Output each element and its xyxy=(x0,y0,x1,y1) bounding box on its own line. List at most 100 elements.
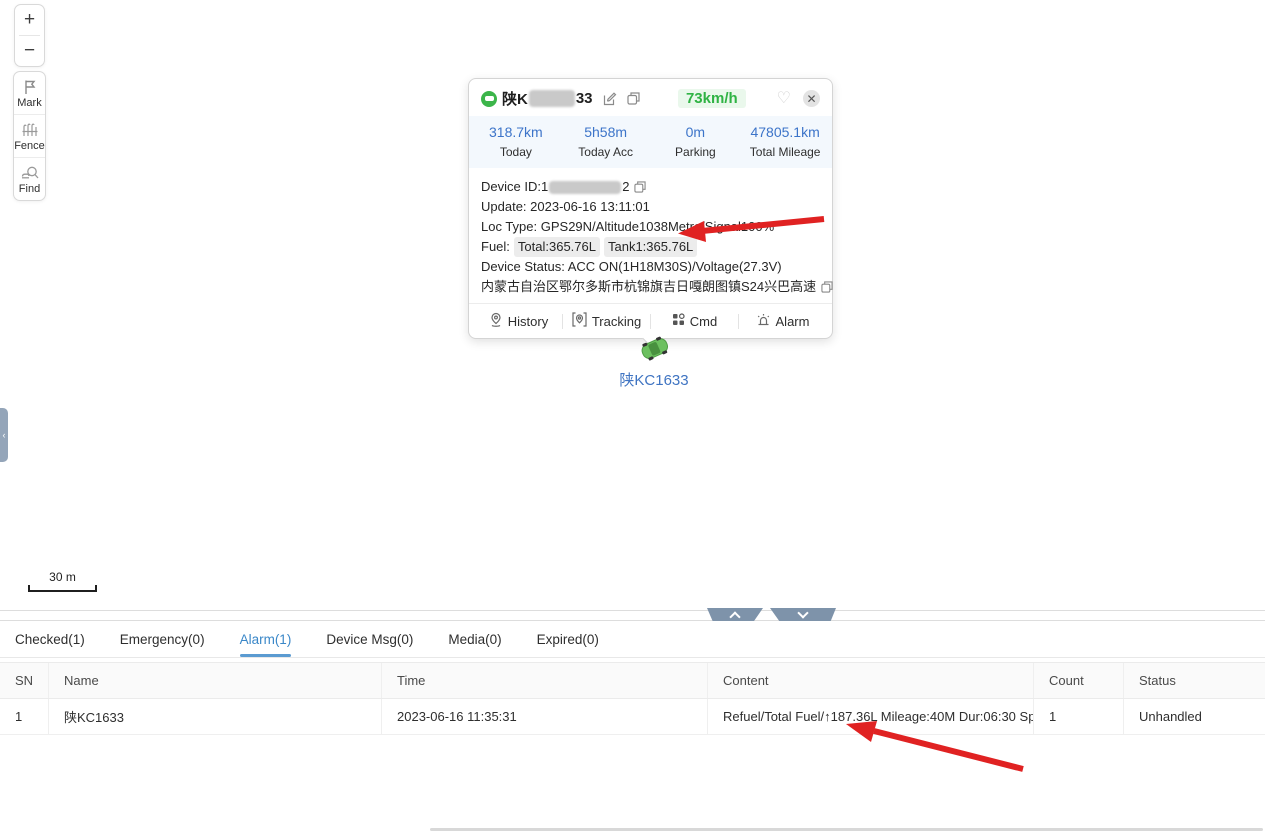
cell-count: 1 xyxy=(1034,699,1124,734)
stat-today: 318.7km Today xyxy=(471,124,561,159)
fuel-label: Fuel: xyxy=(481,237,510,257)
fence-icon xyxy=(21,122,39,138)
left-panel-collapse-handle[interactable]: ‹ xyxy=(0,408,8,462)
device-id-suffix: 2 xyxy=(622,177,629,197)
fuel-line: Fuel: Total:365.76L Tank1:365.76L xyxy=(481,237,820,257)
tab-emergency[interactable]: Emergency(0) xyxy=(120,621,205,657)
device-id-label: Device ID: xyxy=(481,177,541,197)
alarm-button[interactable]: Alarm xyxy=(739,313,826,330)
redacted-blur xyxy=(529,90,575,107)
cmd-grid-icon xyxy=(672,313,685,329)
zoom-in-button[interactable]: + xyxy=(15,5,44,35)
mark-label: Mark xyxy=(17,97,41,109)
vehicle-info-popup: 陕K 33 73km/h ♡ ✕ 318.7km Today xyxy=(468,78,833,339)
find-button[interactable]: Find xyxy=(14,157,45,200)
tracking-label: Tracking xyxy=(592,314,641,329)
address-line: 内蒙古自治区鄂尔多斯市杭锦旗吉日嘎朗图镇S24兴巴高速 xyxy=(481,277,820,297)
tab-expired[interactable]: Expired(0) xyxy=(537,621,599,657)
panel-collapse-button[interactable] xyxy=(770,608,836,621)
horizontal-scrollbar[interactable] xyxy=(430,828,1263,831)
vehicle-name-suffix: 33 xyxy=(576,90,593,107)
fence-label: Fence xyxy=(14,140,45,152)
tab-device-msg[interactable]: Device Msg(0) xyxy=(326,621,413,657)
copy-icon[interactable] xyxy=(627,92,640,105)
copy-icon[interactable] xyxy=(634,181,646,193)
stat-label: Today Acc xyxy=(561,145,651,159)
find-icon xyxy=(21,165,39,181)
device-id-prefix: 1 xyxy=(541,177,548,197)
edit-icon[interactable] xyxy=(603,92,617,106)
col-content: Content xyxy=(708,663,1034,698)
cell-name: 陕KC1633 xyxy=(49,699,382,734)
alarm-label: Alarm xyxy=(776,314,810,329)
stat-label: Today xyxy=(471,145,561,159)
col-sn: SN xyxy=(0,663,49,698)
stat-parking: 0m Parking xyxy=(651,124,741,159)
stat-total-mileage: 47805.1km Total Mileage xyxy=(740,124,830,159)
panel-expand-button[interactable] xyxy=(707,608,763,621)
cell-time: 2023-06-16 11:35:31 xyxy=(382,699,708,734)
cell-sn: 1 xyxy=(0,699,49,734)
message-tabs: Checked(1) Emergency(0) Alarm(1) Device … xyxy=(0,621,1265,658)
tab-media[interactable]: Media(0) xyxy=(448,621,501,657)
message-panel: Checked(1) Emergency(0) Alarm(1) Device … xyxy=(0,621,1265,832)
tracking-pin-icon xyxy=(572,312,587,330)
device-id-line: Device ID: 1 2 xyxy=(481,177,820,197)
address-text: 内蒙古自治区鄂尔多斯市杭锦旗吉日嘎朗图镇S24兴巴高速 xyxy=(481,277,816,297)
divider xyxy=(0,610,1265,611)
app-window: + − Mark Fence xyxy=(0,0,1265,832)
stat-value: 5h58m xyxy=(561,124,651,140)
popup-header: 陕K 33 73km/h ♡ ✕ xyxy=(469,79,832,116)
cmd-button[interactable]: Cmd xyxy=(651,313,738,329)
zoom-out-button[interactable]: − xyxy=(15,36,44,66)
redacted-blur xyxy=(549,181,621,194)
stat-value: 47805.1km xyxy=(740,124,830,140)
update-line: Update: 2023-06-16 13:11:01 xyxy=(481,197,820,217)
history-pin-icon xyxy=(489,312,503,330)
stat-value: 0m xyxy=(651,124,741,140)
alarm-siren-icon xyxy=(756,313,771,330)
favorite-heart-icon[interactable]: ♡ xyxy=(777,91,791,107)
scale-label: 30 m xyxy=(28,570,97,584)
vehicle-name-prefix: 陕K xyxy=(502,88,528,109)
alarm-table: SN Name Time Content Count Status 1 陕KC1… xyxy=(0,662,1265,735)
loc-type-line: Loc Type: GPS29N/Altitude1038Metre/Signa… xyxy=(481,217,820,237)
stat-label: Total Mileage xyxy=(740,145,830,159)
tab-checked[interactable]: Checked(1) xyxy=(15,621,85,657)
chevron-left-icon: ‹ xyxy=(3,430,6,440)
vehicle-marker-label[interactable]: 陕KC1633 xyxy=(614,369,694,390)
stat-today-acc: 5h58m Today Acc xyxy=(561,124,651,159)
col-time: Time xyxy=(382,663,708,698)
map-tool-group: Mark Fence Find xyxy=(13,71,46,201)
tracking-button[interactable]: Tracking xyxy=(563,312,650,330)
map-scale-bar: 30 m xyxy=(28,570,97,592)
col-status: Status xyxy=(1124,663,1265,698)
mark-button[interactable]: Mark xyxy=(14,72,45,114)
find-label: Find xyxy=(19,183,40,195)
stat-value: 318.7km xyxy=(471,124,561,140)
scale-line xyxy=(28,585,97,592)
flag-icon xyxy=(22,79,38,95)
cell-status: Unhandled xyxy=(1124,699,1265,734)
copy-icon[interactable] xyxy=(821,281,833,293)
close-icon[interactable]: ✕ xyxy=(803,90,820,107)
chevron-down-icon xyxy=(797,607,808,618)
table-header-row: SN Name Time Content Count Status xyxy=(0,662,1265,699)
history-label: History xyxy=(508,314,548,329)
vehicle-name: 陕K 33 xyxy=(502,88,593,109)
fuel-total-value: Total:365.76L xyxy=(514,237,600,257)
stat-label: Parking xyxy=(651,145,741,159)
speed-badge: 73km/h xyxy=(678,89,746,108)
cell-content: Refuel/Total Fuel/↑187.36L Mileage:40M D… xyxy=(708,699,1034,734)
col-count: Count xyxy=(1034,663,1124,698)
popup-stats-row: 318.7km Today 5h58m Today Acc 0m Parking… xyxy=(469,116,832,168)
device-status-line: Device Status: ACC ON(1H18M30S)/Voltage(… xyxy=(481,257,820,277)
tab-alarm[interactable]: Alarm(1) xyxy=(240,621,292,657)
history-button[interactable]: History xyxy=(475,312,562,330)
online-status-icon xyxy=(481,91,497,107)
table-row[interactable]: 1 陕KC1633 2023-06-16 11:35:31 Refuel/Tot… xyxy=(0,699,1265,735)
col-name: Name xyxy=(49,663,382,698)
fence-button[interactable]: Fence xyxy=(14,114,45,157)
popup-details: Device ID: 1 2 Update: 2023-06-16 13:11:… xyxy=(469,168,832,303)
map-zoom-controls: + − xyxy=(14,4,45,67)
